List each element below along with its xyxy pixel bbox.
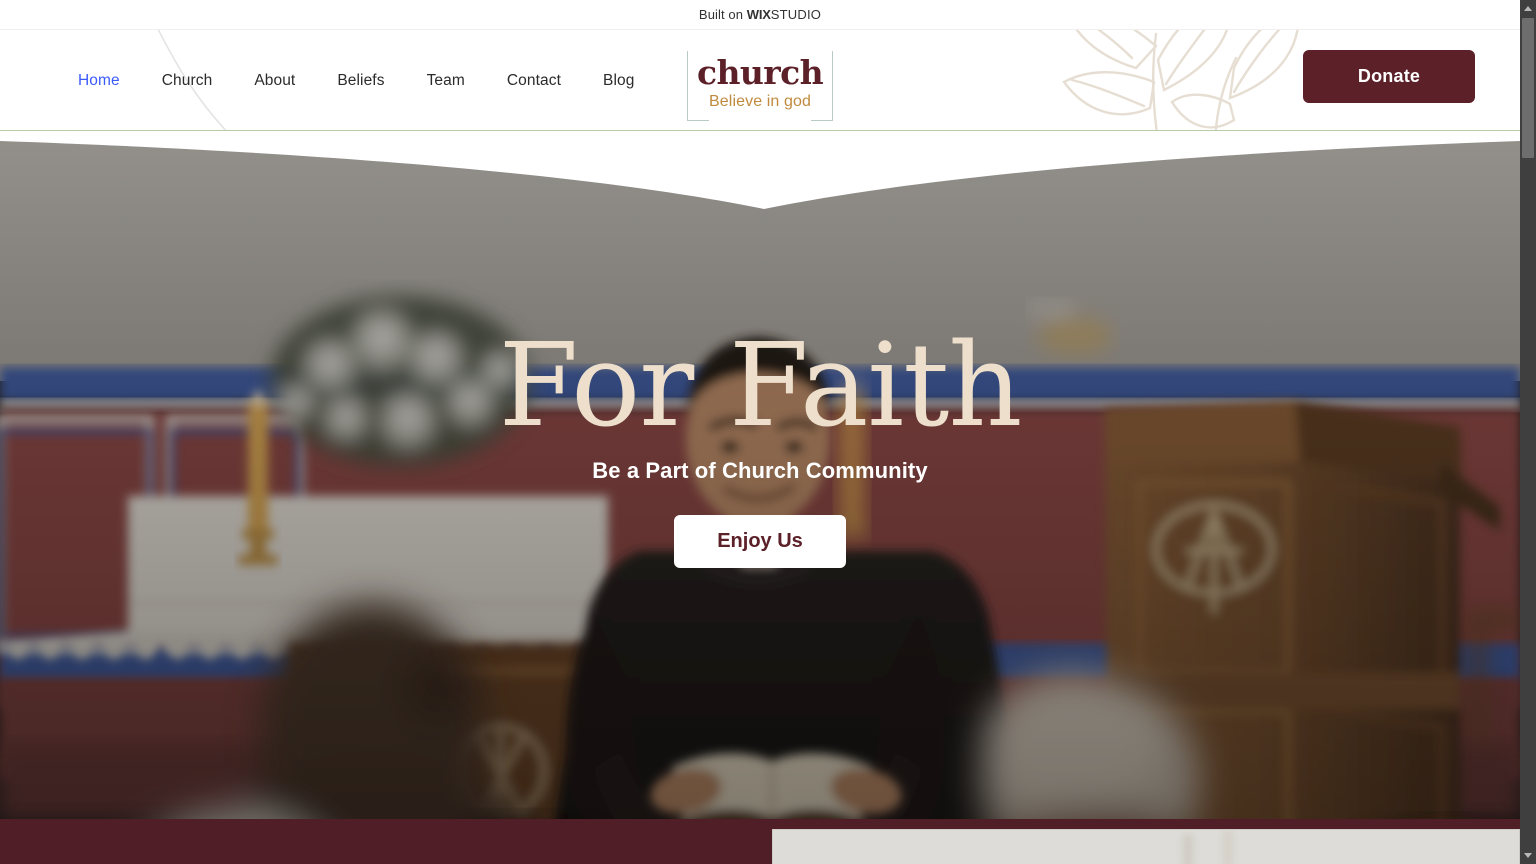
hero-content: For Faith Be a Part of Church Community … — [0, 131, 1520, 819]
nav-item-contact[interactable]: Contact — [486, 66, 582, 96]
wix-brand-name: WIX — [746, 7, 771, 22]
logo-wordmark: church — [697, 53, 824, 92]
candles-photo-preview — [773, 830, 1519, 864]
next-section-band — [0, 819, 1520, 864]
nav-item-team[interactable]: Team — [406, 66, 486, 96]
page-root: Built on WIXSTUDIO Home Church About Bel… — [0, 0, 1536, 864]
scroll-up-arrow-icon[interactable] — [1520, 0, 1536, 17]
site-header: Home Church About Beliefs Team Contact B… — [0, 30, 1520, 131]
nav-item-about[interactable]: About — [233, 66, 316, 96]
scroll-down-arrow-icon[interactable] — [1520, 847, 1536, 864]
nav-item-home[interactable]: Home — [57, 66, 141, 96]
donate-button[interactable]: Donate — [1303, 50, 1475, 103]
hero-section: For Faith Be a Part of Church Community … — [0, 131, 1520, 819]
next-section-image-panel — [772, 829, 1520, 864]
hero-subtitle: Be a Part of Church Community — [592, 458, 928, 483]
hero-title: For Faith — [498, 319, 1023, 453]
nav-item-beliefs[interactable]: Beliefs — [316, 66, 405, 96]
nav-item-church[interactable]: Church — [141, 66, 234, 96]
scrollbar-thumb[interactable] — [1522, 18, 1534, 158]
logo-tagline: Believe in god — [709, 93, 811, 110]
nav-item-blog[interactable]: Blog — [582, 66, 655, 96]
wix-brand-suffix: STUDIO — [770, 7, 822, 22]
main-navigation: Home Church About Beliefs Team Contact B… — [57, 66, 655, 96]
wix-promo-bar: Built on WIXSTUDIO — [0, 0, 1520, 30]
browser-viewport: Built on WIXSTUDIO Home Church About Bel… — [0, 0, 1520, 864]
wix-promo-prefix: Built on — [698, 7, 747, 22]
wix-promo-text: Built on WIXSTUDIO — [699, 7, 821, 22]
page-scrollbar[interactable] — [1520, 0, 1536, 864]
enjoy-us-button[interactable]: Enjoy Us — [674, 515, 846, 568]
site-logo[interactable]: church Believe in god — [687, 51, 833, 121]
